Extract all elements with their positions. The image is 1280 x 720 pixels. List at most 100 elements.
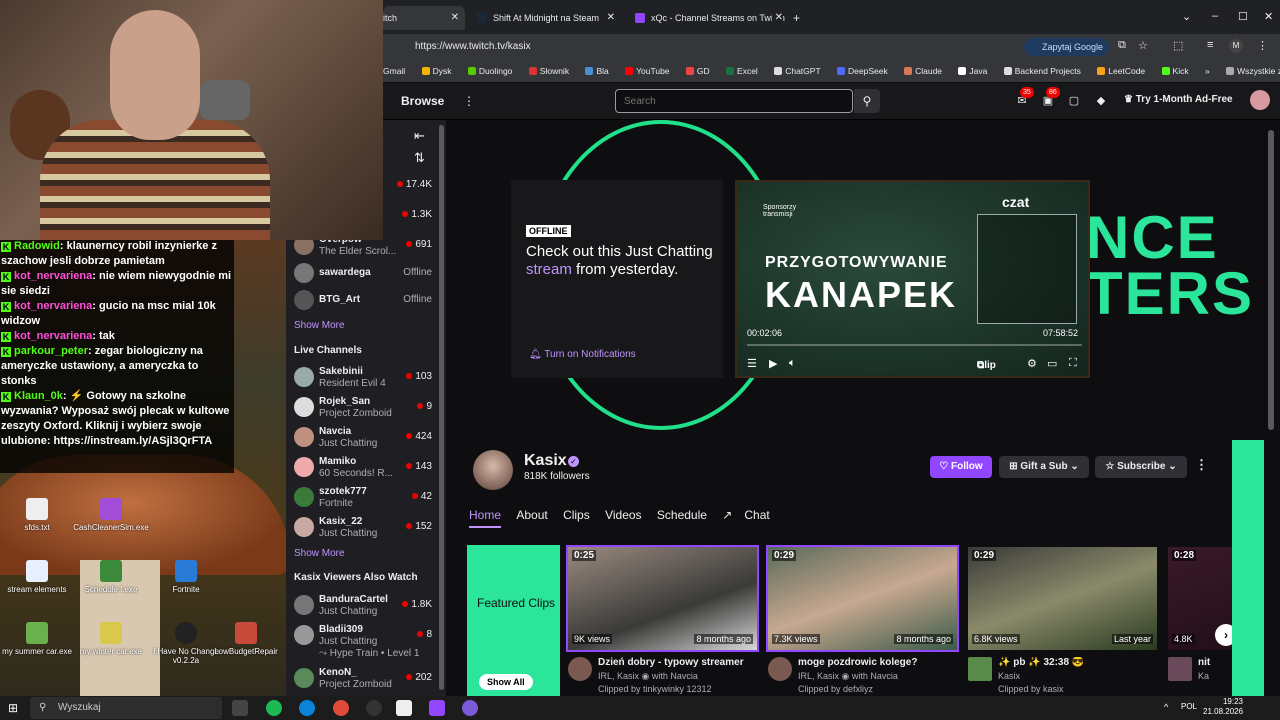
windows-start-icon[interactable]: ⊞ [8, 701, 18, 715]
tab-schedule[interactable]: Schedule [657, 508, 707, 526]
recommended-channel[interactable]: Bladii309 Just Chatting ⤳ Hype Train • Lev… [292, 622, 432, 662]
recommended-channel[interactable]: BanduraCartel Just Chatting 1.8K [292, 592, 432, 620]
volume-icon[interactable]: 🔈︎ [789, 357, 796, 370]
clip-title[interactable]: moge pozdrowic kolege? [798, 657, 948, 668]
bookmark-duolingo[interactable]: Duolingo [467, 60, 512, 82]
taskbar-search[interactable]: ⚲ Wyszukaj [30, 697, 222, 719]
ask-google-button[interactable]: Zapytaj Google [1024, 38, 1110, 56]
new-tab-button[interactable]: + [787, 6, 811, 30]
spotify-icon[interactable] [266, 700, 282, 716]
bits-icon[interactable]: ◆ [1093, 93, 1109, 109]
tab-videos[interactable]: Videos [605, 508, 641, 526]
tab-itch[interactable]: itch ✕ [383, 6, 465, 30]
bookmark-backend-projects[interactable]: Backend Projects [1003, 60, 1081, 82]
user-avatar[interactable] [1250, 90, 1270, 110]
bookmark-dysk[interactable]: Dysk [421, 60, 451, 82]
live-channel[interactable]: Navcia Just Chatting 424 [292, 424, 432, 452]
show-all-button[interactable]: Show All [479, 674, 533, 690]
clip-avatar[interactable] [968, 657, 992, 681]
edge-icon[interactable] [299, 700, 315, 716]
clip-card[interactable]: 0:28 4.8K nit Ka [1166, 545, 1238, 696]
live-channel[interactable]: Rojek_San Project Zomboid 9 [292, 394, 432, 422]
language-indicator[interactable]: POL [1181, 702, 1197, 711]
followed-channel[interactable]: sawardega Offline [292, 260, 432, 288]
bookmark-star-icon[interactable]: ☆ [1138, 39, 1148, 52]
desktop-icon-lowbudget[interactable]: LowBudgetRepair [211, 622, 281, 656]
more-bookmarks-chevron[interactable]: » [1205, 60, 1210, 82]
twitch-app-icon[interactable] [429, 700, 445, 716]
follow-button[interactable]: ♡ Follow [930, 456, 992, 478]
clip-title[interactable]: ✨ pb ✨ 32:38 😎 [998, 657, 1148, 668]
clip-card[interactable]: 0:29 6.8K views Last year ✨ pb ✨ 32:38 😎… [966, 545, 1159, 696]
live-channel[interactable]: Kasix_22 Just Chatting 152 [292, 514, 432, 542]
live-channel[interactable]: szotek777 Fortnite 42 [292, 484, 432, 512]
bookmark-youtube[interactable]: YouTube [625, 60, 670, 82]
fullscreen-icon[interactable]: ⛶ [1069, 357, 1077, 370]
extensions-icon[interactable]: ⬚ [1173, 39, 1183, 52]
sidenav-scrollbar[interactable] [438, 120, 446, 696]
turn-on-notifications-button[interactable]: 🔔︎ Turn on Notifications [529, 349, 636, 360]
theatre-icon[interactable]: ▭ [1047, 357, 1057, 370]
live-channel[interactable]: Sakebinii Resident Evil 4 103 [292, 364, 432, 392]
subscribe-button[interactable]: ☆ Subscribe ⌄ [1095, 456, 1187, 478]
stream-link[interactable]: stream [526, 261, 572, 278]
play-icon[interactable]: ▶ [769, 357, 777, 370]
task-view-icon[interactable] [232, 700, 248, 716]
show-more-live-link[interactable]: Show More [294, 548, 345, 559]
close-tab-icon[interactable]: ✕ [451, 6, 459, 30]
tab-about[interactable]: About [516, 508, 547, 526]
bookmark-bla[interactable]: Bla [585, 60, 609, 82]
seek-bar[interactable] [747, 344, 1082, 346]
search-input[interactable] [615, 89, 853, 113]
media-icon[interactable]: ≡ [1207, 39, 1213, 51]
bookmark-chatgpt[interactable]: ChatGPT [774, 60, 821, 82]
video-player[interactable]: Sponsorzy transmisji czat PRZYGOTOWYWANI… [735, 180, 1090, 378]
bookmark-gd[interactable]: GD [685, 60, 710, 82]
chapters-icon[interactable]: ☰ [747, 357, 757, 370]
ad-free-button[interactable]: ♛ Try 1-Month Ad-Free [1124, 94, 1233, 105]
bookmark-excel[interactable]: Excel [726, 60, 758, 82]
tab-twitch[interactable]: xQc - Channel Streams on Twitch ✕ [629, 6, 789, 30]
close-window-icon[interactable]: ✕ [1264, 10, 1273, 23]
tab-search-icon[interactable]: ⌄ [1182, 10, 1191, 23]
desktop-icon-fortnite[interactable]: Fortnite [141, 560, 231, 594]
show-more-link[interactable]: Show More [294, 320, 345, 331]
scrollbar-thumb[interactable] [1268, 130, 1274, 430]
clip-avatar[interactable] [568, 657, 592, 681]
followed-channel[interactable]: BTG_Art Offline [292, 287, 432, 315]
bookmark-claude[interactable]: Claude [904, 60, 942, 82]
sort-icon[interactable]: ⇅ [414, 150, 425, 166]
url-field[interactable]: https://www.twitch.tv/kasix [393, 37, 1013, 57]
maximize-icon[interactable]: ☐ [1238, 10, 1248, 23]
tab-home[interactable]: Home [469, 508, 502, 528]
desktop-icon-cashcleaner[interactable]: CashCleanerSim.exe [66, 498, 156, 532]
notifications-icon[interactable]: ▣ 86 [1040, 87, 1060, 109]
tray-chevron-icon[interactable]: ^ [1164, 702, 1168, 712]
discord-icon[interactable] [462, 700, 478, 716]
menu-dots-icon[interactable]: ⋮ [1257, 39, 1268, 52]
page-scrollbar[interactable] [1264, 120, 1280, 696]
bookmark-slownik[interactable]: Słownik [528, 60, 569, 82]
gift-sub-button[interactable]: ⊞ Gift a Sub ⌄ [999, 456, 1089, 478]
channel-avatar[interactable] [473, 450, 513, 490]
search-button[interactable]: ⚲ [854, 89, 880, 113]
clip-title[interactable]: Dzień dobry - typowy streamer [598, 657, 748, 668]
profile-avatar[interactable]: M [1229, 39, 1243, 53]
settings-icon[interactable]: ⚙ [1027, 357, 1037, 370]
tab-clips[interactable]: Clips [563, 508, 590, 526]
whispers-icon[interactable]: ▢ [1066, 93, 1082, 109]
clip-card[interactable]: 0:29 7.3K views 8 months ago moge pozdro… [766, 545, 959, 696]
all-bookmarks-folder[interactable]: Wszystkie zakładki [1226, 60, 1280, 82]
more-dots-icon[interactable]: ⋮ [463, 94, 475, 108]
clip-avatar[interactable] [768, 657, 792, 681]
bookmark-java[interactable]: Java [958, 60, 987, 82]
obs-icon[interactable] [366, 700, 382, 716]
translate-icon[interactable]: ⧉ [1118, 39, 1126, 52]
close-tab-icon[interactable]: ✕ [607, 6, 615, 30]
chrome-icon[interactable] [333, 700, 349, 716]
minimize-icon[interactable]: – [1212, 10, 1218, 22]
tab-steam[interactable]: Shift At Midnight na Steam ✕ [471, 6, 621, 30]
close-tab-icon[interactable]: ✕ [771, 6, 783, 30]
taskbar-clock[interactable]: 19:23 21.08.2026 [1203, 697, 1243, 717]
inbox-icon[interactable]: ✉ 35 [1014, 87, 1034, 109]
